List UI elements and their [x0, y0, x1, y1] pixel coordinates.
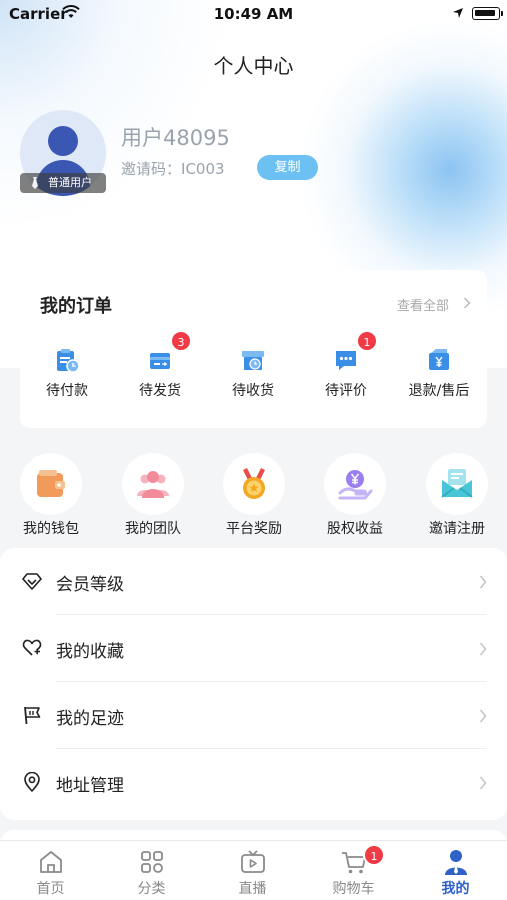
tool-label: 平台奖励	[226, 521, 282, 537]
username: 用户48095	[121, 126, 230, 150]
order-status-pending-shipment[interactable]: 3 待发货	[120, 330, 200, 402]
member-level-label: 普通用户	[48, 176, 92, 189]
tab-label: 直播	[238, 881, 267, 897]
tool-team[interactable]: 我的团队	[108, 445, 198, 545]
menu-item-label: 地址管理	[56, 776, 124, 796]
menu-card: 会员等级 我的收藏 我的足迹 地址管理	[0, 548, 507, 820]
menu-item-address-management[interactable]: 地址管理	[0, 749, 507, 816]
chevron-right-icon[interactable]	[463, 297, 471, 309]
order-status-pending-review[interactable]: 1 待评价	[306, 330, 386, 402]
tool-wallet[interactable]: 我的钱包	[6, 445, 96, 545]
yen-hand-icon	[338, 470, 373, 500]
order-status-pending-receipt[interactable]: 待收货	[213, 342, 293, 402]
tool-label: 股权收益	[327, 521, 383, 537]
clock: 10:49 AM	[213, 5, 294, 23]
grid-icon	[141, 851, 163, 873]
tool-label: 我的团队	[125, 521, 181, 537]
chevron-right-icon	[479, 776, 487, 790]
tab-bar: 首页 分类 直播 1 购物车 我的	[0, 840, 507, 900]
heart-icon	[22, 639, 42, 656]
tab-live[interactable]: 直播	[202, 841, 303, 900]
tab-label: 首页	[36, 881, 65, 897]
tool-equity-income[interactable]: 股权收益	[310, 445, 400, 545]
tab-home[interactable]: 首页	[0, 841, 101, 900]
tool-label: 邀请注册	[429, 521, 485, 537]
tab-label: 我的	[441, 881, 470, 897]
tool-invite-register[interactable]: 邀请注册	[412, 445, 502, 545]
chevron-right-icon	[479, 575, 487, 589]
tools-row: 我的钱包 我的团队 平台奖励 股权收益 邀请注册	[0, 445, 507, 545]
flag-icon	[24, 706, 41, 725]
yen-refund-icon	[429, 349, 449, 370]
battery-cap	[501, 11, 503, 16]
chevron-right-icon	[479, 709, 487, 723]
menu-item-member-level[interactable]: 会员等级	[0, 548, 507, 615]
order-status-label: 待收货	[232, 383, 274, 399]
order-status-label: 待评价	[325, 383, 367, 399]
menu-item-footprints[interactable]: 我的足迹	[0, 682, 507, 749]
tab-profile[interactable]: 我的	[405, 841, 506, 900]
orders-card: 我的订单 查看全部 待付款 3 待发货 待收货 1 待评价 退款/售后	[20, 270, 487, 428]
status-bar: Carrier 10:49 AM	[0, 0, 507, 30]
invite-code-label: 邀请码：	[121, 160, 182, 178]
cart-count-badge: 1	[363, 844, 385, 866]
battery-icon	[472, 7, 500, 20]
member-level-badge: 普通用户	[20, 173, 106, 193]
order-status-refund[interactable]: 退款/售后	[399, 342, 479, 402]
wallet-icon	[37, 470, 65, 497]
page-title: 个人中心	[213, 54, 294, 78]
orders-view-all-link[interactable]: 查看全部	[397, 295, 449, 314]
location-pin-icon	[24, 772, 40, 792]
diamond-icon	[22, 573, 42, 590]
menu-item-label: 我的收藏	[56, 642, 124, 662]
wallet-clock-icon	[57, 349, 80, 373]
avatar-head	[48, 126, 78, 156]
order-status-label: 待付款	[46, 383, 88, 399]
team-icon	[137, 471, 169, 498]
envelope-icon	[441, 469, 473, 498]
tool-platform-rewards[interactable]: 平台奖励	[209, 445, 299, 545]
home-icon	[40, 851, 62, 873]
chat-bubble-icon	[336, 351, 356, 370]
menu-item-favorites[interactable]: 我的收藏	[0, 615, 507, 682]
chevron-right-icon	[479, 642, 487, 656]
tab-cart[interactable]: 1 购物车	[303, 841, 404, 900]
order-status-label: 退款/售后	[408, 383, 470, 399]
box-clock-icon	[242, 351, 264, 370]
tab-label: 分类	[137, 881, 166, 897]
tool-label: 我的钱包	[23, 521, 79, 537]
user-icon	[445, 850, 467, 875]
tab-label: 购物车	[332, 881, 375, 897]
orders-title: 我的订单	[40, 296, 112, 317]
invite-code-row: 邀请码：IC003	[121, 158, 225, 179]
medal-icon	[243, 468, 265, 499]
order-status-pending-payment[interactable]: 待付款	[27, 342, 107, 402]
invite-code-value: IC003	[181, 160, 225, 178]
card-ship-icon	[150, 353, 170, 369]
tv-play-icon	[241, 850, 265, 873]
copy-invite-code-button[interactable]: 复制	[257, 155, 318, 180]
tab-categories[interactable]: 分类	[101, 841, 202, 900]
location-arrow-icon	[453, 8, 463, 18]
pending-shipment-count-badge: 3	[170, 330, 192, 352]
pending-review-count-badge: 1	[356, 330, 378, 352]
menu-item-label: 我的足迹	[56, 709, 124, 729]
order-status-label: 待发货	[139, 383, 181, 399]
menu-item-label: 会员等级	[56, 575, 124, 595]
tie-icon	[32, 177, 38, 189]
